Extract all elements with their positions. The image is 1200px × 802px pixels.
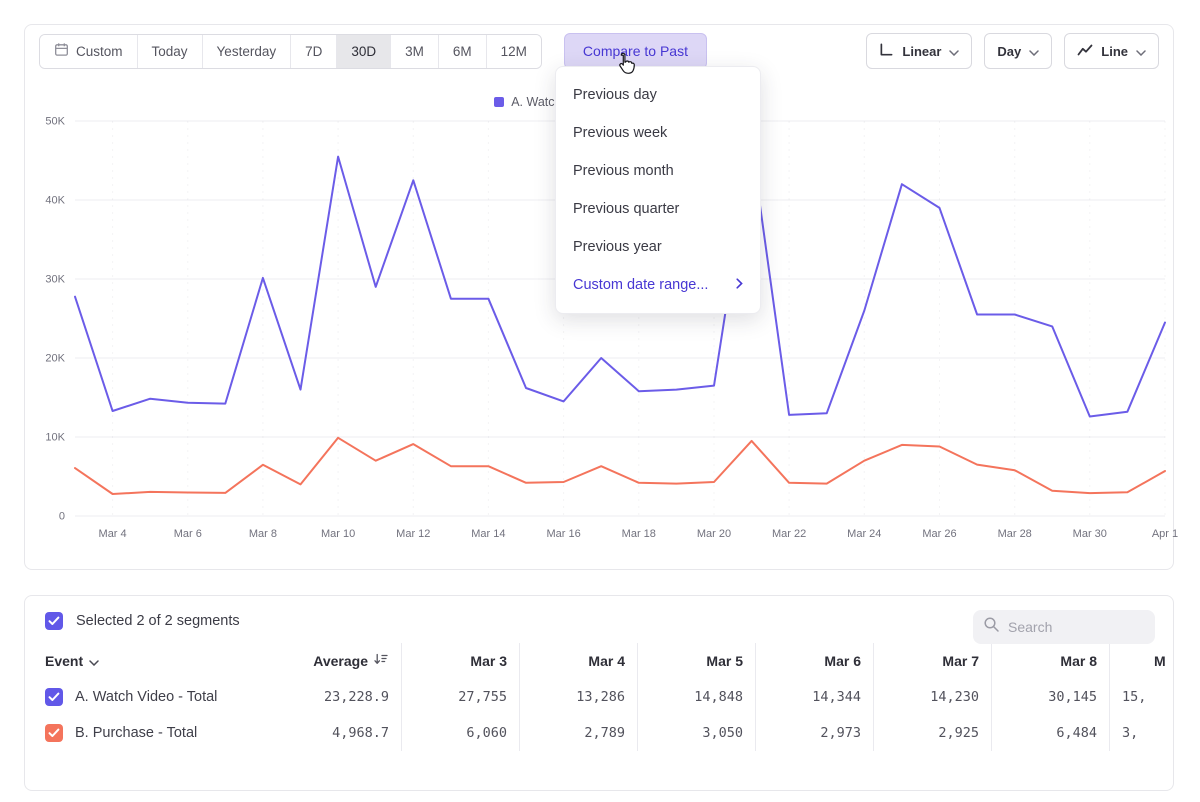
date-range-yesterday[interactable]: Yesterday bbox=[203, 35, 292, 68]
cell-value: 14,230 bbox=[873, 679, 991, 715]
chart-scale-dropdown[interactable]: Linear bbox=[866, 33, 972, 69]
menu-item-previous-year[interactable]: Previous year bbox=[556, 228, 760, 266]
segments-card: Selected 2 of 2 segments Event Average M… bbox=[24, 595, 1174, 791]
date-range-label: Custom bbox=[76, 44, 123, 59]
cell-value: 2,789 bbox=[519, 715, 637, 751]
segments-table: Event Average Mar 3 Mar 4 Mar 5 Mar 6 Ma… bbox=[25, 643, 1173, 751]
column-header-average[interactable]: Average bbox=[281, 643, 401, 679]
row-label: A. Watch Video - Total bbox=[75, 689, 217, 705]
compare-dropdown-menu: Previous day Previous week Previous mont… bbox=[555, 66, 761, 314]
x-axis-label: Mar 16 bbox=[546, 528, 580, 540]
cell-value-clipped: 15, bbox=[1109, 679, 1174, 715]
date-range-6m[interactable]: 6M bbox=[439, 35, 487, 68]
x-axis-label: Mar 8 bbox=[249, 528, 277, 540]
date-range-30d[interactable]: 30D bbox=[337, 35, 391, 68]
cell-value: 2,925 bbox=[873, 715, 991, 751]
chevron-down-icon bbox=[949, 44, 959, 59]
cell-value: 30,145 bbox=[991, 679, 1109, 715]
cell-value: 13,286 bbox=[519, 679, 637, 715]
menu-item-custom-date-range[interactable]: Custom date range... bbox=[556, 266, 760, 304]
chart-type-dropdown[interactable]: Line bbox=[1064, 33, 1159, 69]
search-box bbox=[973, 610, 1155, 644]
x-axis-label: Mar 30 bbox=[1073, 528, 1107, 540]
analytics-page: Custom Today Yesterday 7D 30D 3M 6M 12M … bbox=[0, 0, 1200, 802]
x-axis-label: Mar 4 bbox=[99, 528, 127, 540]
date-range-custom[interactable]: Custom bbox=[40, 35, 138, 68]
search-input[interactable] bbox=[1008, 619, 1145, 635]
date-range-7d[interactable]: 7D bbox=[291, 35, 337, 68]
date-range-today[interactable]: Today bbox=[138, 35, 203, 68]
series-line-1[interactable] bbox=[75, 438, 1165, 494]
column-header-date: Mar 5 bbox=[637, 643, 755, 679]
x-axis-label: Mar 20 bbox=[697, 528, 731, 540]
x-axis-label: Mar 18 bbox=[622, 528, 656, 540]
compare-to-past-button[interactable]: Compare to Past bbox=[564, 33, 707, 69]
menu-item-previous-month[interactable]: Previous month bbox=[556, 152, 760, 190]
segments-summary: Selected 2 of 2 segments bbox=[76, 613, 240, 629]
search-icon bbox=[983, 616, 1000, 638]
legend-swatch-a bbox=[494, 97, 504, 107]
sort-icon bbox=[374, 653, 389, 669]
cell-value: 2,973 bbox=[755, 715, 873, 751]
chevron-down-icon bbox=[89, 653, 99, 669]
line-chart-icon bbox=[1077, 44, 1093, 59]
menu-item-previous-week[interactable]: Previous week bbox=[556, 114, 760, 152]
column-header-date: Mar 8 bbox=[991, 643, 1109, 679]
cell-value: 14,344 bbox=[755, 679, 873, 715]
chevron-right-icon bbox=[736, 277, 743, 293]
date-range-12m[interactable]: 12M bbox=[487, 35, 541, 68]
cell-value: 3,050 bbox=[637, 715, 755, 751]
column-header-date: Mar 7 bbox=[873, 643, 991, 679]
x-axis-label: Mar 12 bbox=[396, 528, 430, 540]
row-checkbox-purchase[interactable] bbox=[45, 724, 63, 742]
y-axis-label: 10K bbox=[45, 432, 65, 444]
x-axis-label: Mar 14 bbox=[471, 528, 505, 540]
cell-value: 14,848 bbox=[637, 679, 755, 715]
calendar-icon bbox=[54, 42, 69, 60]
menu-item-previous-quarter[interactable]: Previous quarter bbox=[556, 190, 760, 228]
cell-average: 4,968.7 bbox=[281, 715, 401, 751]
column-header-event[interactable]: Event bbox=[25, 643, 281, 679]
cell-value: 6,060 bbox=[401, 715, 519, 751]
menu-item-previous-day[interactable]: Previous day bbox=[556, 76, 760, 114]
x-axis-label: Mar 26 bbox=[922, 528, 956, 540]
x-axis-label: Mar 28 bbox=[998, 528, 1032, 540]
chart-view-controls: Linear Day Line bbox=[866, 33, 1159, 69]
column-header-date: Mar 4 bbox=[519, 643, 637, 679]
cell-value: 27,755 bbox=[401, 679, 519, 715]
y-axis-label: 20K bbox=[45, 353, 65, 365]
x-axis-label: Mar 22 bbox=[772, 528, 806, 540]
cell-value: 6,484 bbox=[991, 715, 1109, 751]
date-range-control: Custom Today Yesterday 7D 30D 3M 6M 12M bbox=[39, 34, 542, 69]
column-header-date-clipped: M bbox=[1109, 643, 1174, 679]
table-row-watch-video[interactable]: A. Watch Video - Total bbox=[25, 679, 281, 715]
select-all-checkbox[interactable] bbox=[45, 612, 63, 630]
cell-average: 23,228.9 bbox=[281, 679, 401, 715]
x-axis-label: Mar 24 bbox=[847, 528, 881, 540]
chevron-down-icon bbox=[1029, 44, 1039, 59]
y-axis-label: 50K bbox=[45, 116, 65, 128]
table-row-purchase[interactable]: B. Purchase - Total bbox=[25, 715, 281, 751]
x-axis-label: Mar 10 bbox=[321, 528, 355, 540]
y-axis-label: 40K bbox=[45, 195, 65, 207]
row-label: B. Purchase - Total bbox=[75, 725, 197, 741]
chart-toolbar: Custom Today Yesterday 7D 30D 3M 6M 12M … bbox=[39, 33, 1159, 69]
cell-value-clipped: 3, bbox=[1109, 715, 1174, 751]
y-axis-label: 0 bbox=[59, 511, 65, 523]
chevron-down-icon bbox=[1136, 44, 1146, 59]
row-checkbox-watch-video[interactable] bbox=[45, 688, 63, 706]
granularity-dropdown[interactable]: Day bbox=[984, 33, 1052, 69]
y-axis-label: 30K bbox=[45, 274, 65, 286]
date-range-3m[interactable]: 3M bbox=[391, 35, 439, 68]
x-axis-label: Apr 1 bbox=[1152, 528, 1178, 540]
axis-icon bbox=[879, 43, 894, 60]
x-axis-label: Mar 6 bbox=[174, 528, 202, 540]
column-header-date: Mar 6 bbox=[755, 643, 873, 679]
column-header-date: Mar 3 bbox=[401, 643, 519, 679]
